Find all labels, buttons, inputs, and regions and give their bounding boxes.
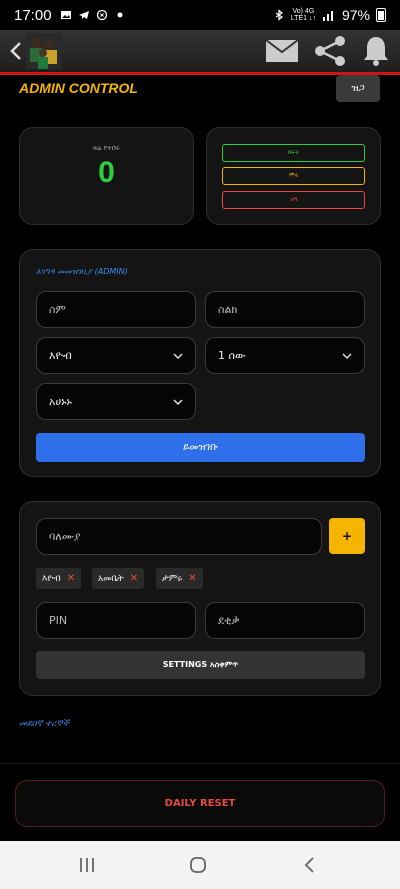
staff-chip: አመቤት ✕: [92, 568, 145, 589]
telegram-icon: [78, 11, 89, 19]
regular-staff-link[interactable]: መደበኛ ተረኞች: [19, 719, 69, 729]
mail-icon: [265, 39, 299, 62]
guest-count-select[interactable]: 1 ሰው: [205, 337, 365, 374]
status-time: 17:00: [14, 6, 52, 24]
settings-card: ባለሙያ + እዮብ ✕ አመቤት ✕ ታምሩ ✕ PIN ደቂቃ SETTIN…: [19, 501, 381, 696]
today-count-card: ዛሬ የተሰሩ 0: [19, 127, 194, 225]
bluetooth-icon: [275, 9, 283, 21]
status-filter-card: ክፍት ሞላ ዝግ: [206, 127, 381, 225]
filter-open-button[interactable]: ክፍት: [222, 144, 365, 162]
mail-button[interactable]: [264, 34, 300, 68]
share-icon: [315, 36, 345, 66]
app-bar: [0, 30, 400, 72]
status-bar: 17:00 Vo) 4G LTE1 ↓↑ 97%: [0, 0, 400, 30]
guest-registration-card: እንግዳ መመዝገቢያ (ADMIN) ስም ስልክ እዮብ 1 ሰው አሀኑኑ…: [19, 249, 381, 477]
back-button[interactable]: [6, 36, 26, 66]
name-input[interactable]: ስም: [36, 291, 196, 328]
today-count-value: 0: [98, 156, 115, 189]
staff-chip: ታምሩ ✕: [156, 568, 203, 589]
close-button[interactable]: ዝጋ: [336, 75, 380, 102]
remove-chip-icon[interactable]: ✕: [67, 573, 75, 584]
battery-icon: [376, 8, 386, 22]
remove-chip-icon[interactable]: ✕: [130, 573, 138, 584]
signal-icon: [322, 11, 333, 21]
gallery-icon: [60, 11, 71, 19]
staff-chip: እዮብ ✕: [36, 568, 81, 589]
recent-apps-icon[interactable]: [77, 855, 97, 875]
time-select[interactable]: አሀኑኑ: [36, 383, 196, 420]
notifications-button[interactable]: [360, 34, 392, 68]
chevron-down-icon: [342, 352, 352, 359]
back-nav-icon[interactable]: [300, 855, 320, 875]
notification-dot-icon: [117, 12, 123, 18]
minutes-input[interactable]: ደቂቃ: [205, 602, 365, 639]
chevron-left-icon: [10, 42, 21, 60]
home-icon[interactable]: [188, 855, 208, 875]
filter-full-button[interactable]: ሞላ: [222, 167, 365, 185]
share-button[interactable]: [312, 34, 348, 68]
app-logo: [26, 33, 62, 69]
filter-closed-button[interactable]: ዝግ: [222, 191, 365, 209]
bell-icon: [364, 37, 388, 66]
phone-input[interactable]: ስልክ: [205, 291, 365, 328]
section-divider: [0, 763, 400, 764]
daily-reset-button[interactable]: DAILY RESET: [15, 780, 385, 827]
guest-form-title: እንግዳ መመዝገቢያ (ADMIN): [36, 267, 128, 276]
network-indicator: Vo) 4G LTE1 ↓↑: [290, 8, 316, 22]
today-count-label: ዛሬ የተሰሩ: [93, 144, 120, 152]
system-nav-bar: [0, 841, 400, 889]
add-staff-button[interactable]: +: [329, 518, 365, 554]
pin-input[interactable]: PIN: [36, 602, 196, 639]
remove-chip-icon[interactable]: ✕: [188, 573, 196, 584]
chevron-down-icon: [173, 398, 183, 405]
register-button[interactable]: ይመዝገቡ: [36, 433, 365, 462]
chevron-down-icon: [173, 352, 183, 359]
save-settings-button[interactable]: SETTINGS አስቀምጥ: [36, 651, 365, 679]
staff-select[interactable]: እዮብ: [36, 337, 196, 374]
owner-input[interactable]: ባለሙያ: [36, 518, 322, 555]
whatsapp-icon: [96, 9, 107, 21]
page-title: ADMIN CONTROL: [19, 80, 138, 96]
battery-percent: 97%: [341, 7, 370, 23]
